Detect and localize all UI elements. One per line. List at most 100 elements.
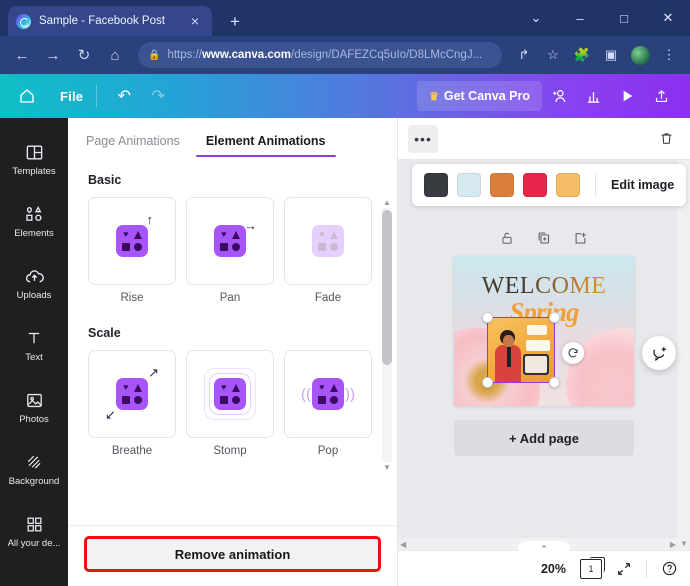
page-tools	[500, 230, 588, 249]
color-swatch-3[interactable]	[490, 173, 514, 197]
extensions-puzzle-icon[interactable]: 🧩	[569, 42, 595, 68]
get-canva-pro-label: Get Canva Pro	[443, 89, 530, 103]
help-icon[interactable]	[661, 560, 678, 577]
sidebar-item-all-your-designs[interactable]: All your de...	[0, 500, 68, 562]
sidebar-label: Elements	[14, 229, 54, 239]
color-swatch-1[interactable]	[424, 173, 448, 197]
present-play-icon[interactable]	[610, 81, 644, 111]
panel-scrollbar[interactable]: ▲ ▼	[381, 197, 393, 473]
all-designs-icon	[25, 513, 44, 535]
more-options-icon[interactable]: •••	[408, 124, 438, 153]
get-canva-pro-button[interactable]: ♛ Get Canva Pro	[416, 81, 542, 111]
resize-handle-top-right[interactable]	[549, 312, 560, 323]
collapse-panel-icon[interactable]: ⌃	[518, 541, 570, 555]
file-menu-button[interactable]: File	[60, 89, 83, 104]
fullscreen-expand-icon[interactable]	[616, 561, 632, 577]
resize-handle-bottom-right[interactable]	[549, 377, 560, 388]
duplicate-page-icon[interactable]	[536, 230, 551, 249]
animation-label: Pan	[219, 292, 241, 304]
color-swatch-4[interactable]	[523, 173, 547, 197]
insights-chart-icon[interactable]	[576, 81, 610, 111]
delete-trash-icon[interactable]	[652, 125, 680, 153]
side-panel-icon[interactable]: ▣	[598, 42, 624, 68]
browser-tab[interactable]: Sample - Facebook Post ×	[8, 6, 212, 36]
scroll-down-icon[interactable]: ▼	[383, 462, 391, 473]
status-bar: ⌃ 20% 1	[398, 541, 690, 586]
design-canvas[interactable]: WELCOME Spring	[454, 256, 634, 406]
arrow-northeast-icon: ↗	[148, 365, 159, 380]
forward-icon[interactable]: →	[39, 41, 67, 69]
share-upload-icon[interactable]	[644, 81, 678, 111]
redo-icon[interactable]: ↷	[144, 82, 172, 110]
lock-page-icon[interactable]	[500, 230, 514, 249]
animation-grid-scale: ↗ ↙ ♥ Breathe ♥ Stomp (()) ♥ Pop	[88, 350, 381, 457]
sidebar-item-templates[interactable]: Templates	[0, 128, 68, 190]
close-tab-icon[interactable]: ×	[186, 12, 204, 30]
share-page-icon[interactable]: ↱	[511, 42, 537, 68]
sidebar-item-background[interactable]: Background	[0, 438, 68, 500]
animation-preview: → ♥	[186, 197, 274, 285]
sidebar-item-photos[interactable]: Photos	[0, 376, 68, 438]
workspace: Templates Elements Uploads Text Photos B…	[0, 118, 690, 586]
new-tab-button[interactable]: +	[226, 12, 244, 30]
color-swatch-5[interactable]	[556, 173, 580, 197]
sidebar-label: Background	[8, 477, 60, 487]
browser-menu-icon[interactable]: ⋮	[656, 42, 682, 68]
sidebar-item-text[interactable]: Text	[0, 314, 68, 376]
reload-icon[interactable]: ↻	[70, 41, 98, 69]
minimize-icon[interactable]: –	[558, 1, 602, 35]
scrollbar-thumb[interactable]	[382, 210, 392, 365]
add-page-icon[interactable]	[573, 230, 588, 249]
scroll-down-icon[interactable]: ▼	[680, 539, 688, 548]
tab-page-animations[interactable]: Page Animations	[82, 128, 184, 157]
animation-label: Stomp	[213, 445, 247, 457]
profile-avatar[interactable]	[627, 42, 653, 68]
animation-preview: ↗ ↙ ♥	[88, 350, 176, 438]
animation-card-pan[interactable]: → ♥ Pan	[186, 197, 274, 304]
tab-element-animations[interactable]: Element Animations	[195, 128, 336, 157]
wave-right-icon: ))	[345, 385, 355, 403]
scroll-up-icon[interactable]: ▲	[383, 197, 391, 208]
editor-vertical-scrollbar[interactable]: ▼	[678, 160, 690, 550]
scroll-right-icon[interactable]: ▶	[670, 540, 676, 549]
selection-box[interactable]	[482, 312, 560, 388]
uploads-icon	[24, 265, 45, 287]
design-heading-text[interactable]: WELCOME	[454, 273, 634, 300]
close-window-icon[interactable]: ✕	[646, 1, 690, 35]
scrollbar-track[interactable]	[382, 208, 392, 462]
scroll-left-icon[interactable]: ◀	[400, 540, 406, 549]
add-page-button[interactable]: + Add page	[454, 420, 634, 456]
maximize-icon[interactable]: □	[602, 1, 646, 35]
bookmark-star-icon[interactable]: ☆	[540, 42, 566, 68]
undo-icon[interactable]: ↶	[110, 82, 138, 110]
animation-card-rise[interactable]: ↑ ♥ Rise	[88, 197, 176, 304]
canva-favicon-icon	[16, 13, 31, 29]
color-and-edit-toolbar: Edit image	[412, 164, 687, 206]
shapes-glyph: ♥	[214, 378, 246, 410]
page-count-indicator[interactable]: 1	[580, 556, 605, 579]
add-collaborator-icon[interactable]	[542, 81, 576, 111]
zoom-level-value[interactable]: 20%	[541, 562, 566, 576]
animation-card-fade[interactable]: ♥ Fade	[284, 197, 372, 304]
sidebar-label: Text	[25, 353, 43, 363]
sidebar-item-elements[interactable]: Elements	[0, 190, 68, 252]
text-icon	[25, 327, 43, 349]
canva-home-icon[interactable]	[12, 81, 42, 111]
sidebar-label: All your de...	[7, 539, 61, 549]
address-bar[interactable]: 🔒 https://www.canva.com/design/DAFEZCq5u…	[138, 42, 502, 68]
color-swatch-2[interactable]	[457, 173, 481, 197]
home-icon[interactable]: ⌂	[101, 41, 129, 69]
tab-search-icon[interactable]: ⌄	[514, 1, 558, 35]
resize-handle-bottom-left[interactable]	[482, 377, 493, 388]
remove-animation-button[interactable]: Remove animation	[84, 536, 381, 572]
rotate-handle-icon[interactable]	[562, 342, 584, 364]
edit-image-button[interactable]: Edit image	[611, 178, 674, 192]
animation-card-pop[interactable]: (( )) ♥ Pop	[284, 350, 372, 457]
wave-left-icon: ((	[301, 385, 311, 403]
animation-card-breathe[interactable]: ↗ ↙ ♥ Breathe	[88, 350, 176, 457]
add-comment-button[interactable]	[642, 336, 676, 370]
back-icon[interactable]: ←	[8, 41, 36, 69]
animation-card-stomp[interactable]: ♥ Stomp	[186, 350, 274, 457]
sidebar-item-uploads[interactable]: Uploads	[0, 252, 68, 314]
resize-handle-top-left[interactable]	[482, 312, 493, 323]
